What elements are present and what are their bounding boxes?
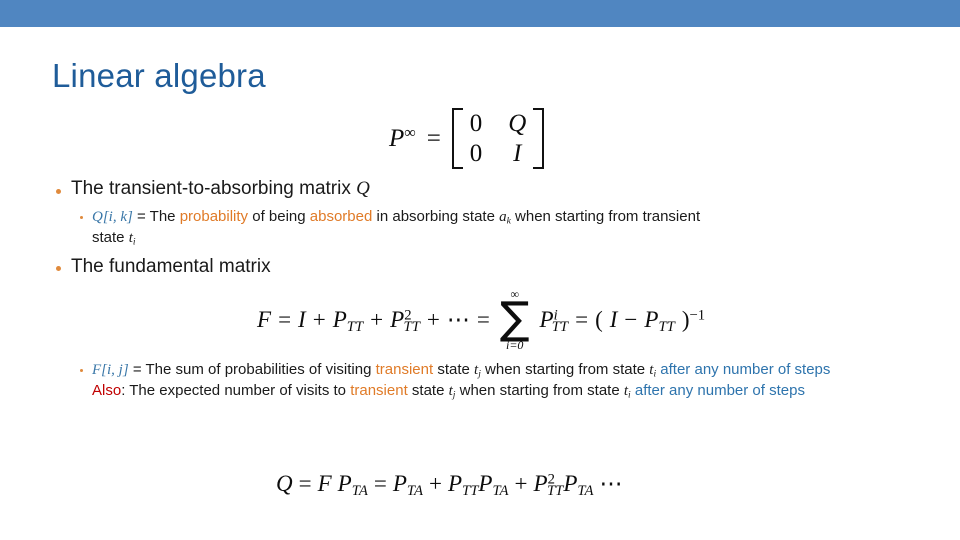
plus-sign: + [370, 306, 384, 332]
matrix-cell-10: 0 [469, 139, 483, 167]
summation-operator: ∞ ∑ i=0 [500, 288, 530, 351]
plus-sign: + [312, 306, 326, 332]
equals-sign: = [575, 306, 589, 332]
bullet-dot-icon [56, 266, 61, 271]
highlight-absorbed: absorbed [309, 208, 373, 225]
formula-p-infinity-lhs: P∞ [389, 124, 416, 152]
highlight-probability: probability [179, 208, 249, 225]
slide-canvas: Linear algebra P∞ = 0 Q 0 I The transien… [0, 0, 960, 540]
bullet-label: The transient-to-absorbing matrix Q [71, 178, 370, 199]
paren-close: )−1 [681, 306, 706, 332]
bullet-item-transient-to-absorbing: The transient-to-absorbing matrix Q [56, 178, 370, 200]
math-a-k: ak [499, 209, 511, 227]
matrix-cell-11: I [513, 139, 522, 167]
highlight-after-any-steps: after any number of steps [656, 361, 831, 378]
matrix-cells: 0 Q 0 I [463, 108, 534, 169]
formula-q-expansion: Q = F PTA = PTA + PTTPTA + P2TTPTA ⋯ [276, 471, 623, 500]
paren-open: ( [595, 306, 603, 332]
top-accent-bar [0, 0, 960, 27]
plus-sign: + [428, 471, 442, 496]
symbol-p-ta: PTA [392, 471, 423, 500]
bullet-label: The fundamental matrix [71, 256, 271, 277]
sub-bullet-label: F[i, j] = The sum of probabilities of vi… [92, 361, 831, 401]
page-title: Linear algebra [52, 57, 266, 94]
math-t-i: ti [128, 229, 136, 248]
plus-sign: + [514, 471, 528, 496]
formula-fundamental-matrix: F = I + PTT + P2TT + ⋯ = ∞ ∑ i=0 PiTT = … [257, 288, 705, 351]
symbol-F: F [257, 306, 272, 332]
highlight-after-any-steps: after any number of steps [630, 381, 805, 399]
sub-bullet-q-definition: Q[i, k] = The probability of being absor… [80, 207, 925, 249]
symbol-I: I [609, 306, 618, 332]
matrix-cell-01: Q [508, 110, 527, 137]
minus-sign: − [624, 306, 638, 332]
highlight-transient: transient [350, 381, 408, 399]
ellipsis: ⋯ [446, 306, 470, 332]
symbol-I: I [298, 306, 306, 332]
symbol-p-tt2-p-ta: P2TTPTA [533, 471, 594, 500]
bullet-dot-icon [56, 189, 61, 194]
formula-p-infinity: P∞ = 0 Q 0 I [389, 108, 545, 169]
sub-bullet-label: Q[i, k] = The probability of being absor… [92, 208, 701, 248]
symbol-Q: Q [276, 471, 293, 496]
ellipsis: ⋯ [599, 471, 623, 496]
equals-sign: = [298, 471, 312, 496]
highlight-transient: transient [375, 361, 434, 378]
equals-sign: = [476, 306, 490, 332]
symbol-p-tt: PTT [644, 306, 675, 335]
symbol-p-ta: PTA [337, 471, 368, 500]
math-q-index: Q[i, k] [92, 209, 133, 225]
label-also: Also [92, 381, 122, 399]
symbol-p-tt: PTT [332, 306, 364, 335]
equals-sign: = [426, 124, 441, 152]
symbol-p-tt-p-ta: PTTPTA [447, 471, 509, 500]
infinity-exponent: ∞ [404, 124, 416, 142]
equals-sign: = [373, 471, 387, 496]
sub-bullet-f-definition: F[i, j] = The sum of probabilities of vi… [80, 360, 930, 402]
bracket-left [451, 108, 463, 169]
bullet-item-fundamental-matrix: The fundamental matrix [56, 256, 271, 278]
math-f-index: F[i, j] [92, 362, 129, 378]
matrix-cell-00: 0 [469, 110, 483, 137]
math-t-j: tj [474, 362, 481, 380]
sub-bullet-dot-icon [80, 216, 83, 219]
inline-math-q: Q [356, 178, 370, 199]
symbol-p-tt-squared: P2TT [390, 306, 420, 335]
equals-sign: = [278, 306, 292, 332]
plus-sign: + [426, 306, 440, 332]
bracket-right [533, 108, 545, 169]
symbol-F: F [317, 471, 332, 496]
matrix-2x2: 0 Q 0 I [451, 108, 545, 169]
math-t-i: ti [623, 382, 631, 401]
sigma-icon: ∑ [499, 293, 530, 344]
symbol-p-tt-power-i: PiTT [539, 306, 569, 335]
sub-bullet-dot-icon [80, 369, 83, 372]
sum-lower-limit: i=0 [506, 338, 524, 353]
